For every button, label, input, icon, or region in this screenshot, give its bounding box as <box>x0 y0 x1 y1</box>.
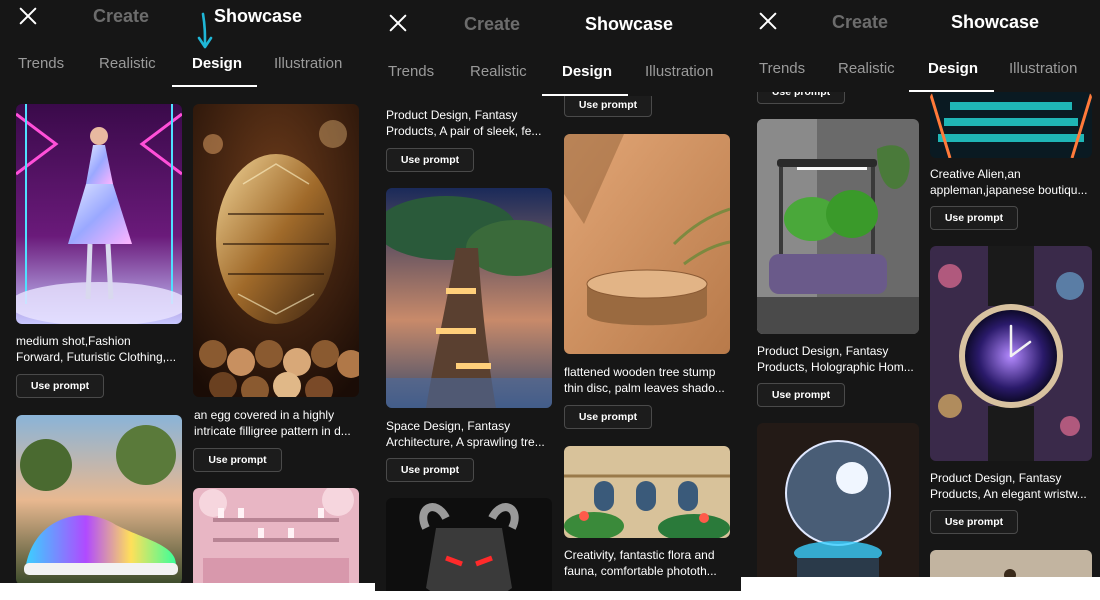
caption-line: thin disc, palm leaves shado... <box>564 381 725 395</box>
tab-showcase[interactable]: Showcase <box>214 6 302 27</box>
caption-line: Product Design, Fantasy <box>930 471 1062 485</box>
use-prompt-button[interactable]: Use prompt <box>386 148 474 172</box>
card-caption: Product Design, Fantasy Products, Hologr… <box>757 343 919 375</box>
tab-create[interactable]: Create <box>832 12 888 33</box>
card-caption: flattened wooden tree stump thin disc, p… <box>564 364 730 396</box>
subtab-illustration[interactable]: Illustration <box>1009 60 1077 77</box>
active-tab-indicator <box>172 85 257 87</box>
caption-line: Products, Holographic Hom... <box>757 360 914 374</box>
showcase-image[interactable] <box>564 446 730 538</box>
subtab-trends[interactable]: Trends <box>18 55 64 72</box>
showcase-image[interactable] <box>930 550 1092 577</box>
subtab-design[interactable]: Design <box>928 60 978 77</box>
card-caption: Creativity, fantastic flora and fauna, c… <box>564 547 730 579</box>
tab-create[interactable]: Create <box>93 6 149 27</box>
subtab-trends[interactable]: Trends <box>388 63 434 80</box>
subtab-illustration[interactable]: Illustration <box>274 55 342 72</box>
tab-showcase[interactable]: Showcase <box>951 12 1039 33</box>
subtab-design[interactable]: Design <box>562 63 612 80</box>
card-caption: Space Design, Fantasy Architecture, A sp… <box>386 418 552 450</box>
caption-line: an egg covered in a highly <box>194 408 335 422</box>
caption-line: Creative Alien,an <box>930 167 1021 181</box>
tab-showcase[interactable]: Showcase <box>585 14 673 35</box>
use-prompt-button[interactable]: Use prompt <box>757 383 845 407</box>
screen-1: Create Showcase Trends Realistic Design … <box>0 0 375 583</box>
use-prompt-button[interactable]: Use prompt <box>757 92 845 104</box>
close-icon[interactable] <box>17 5 39 27</box>
caption-line: fauna, comfortable phototh... <box>564 564 717 578</box>
showcase-feed[interactable]: Use prompt Product Design, Fantasy Produ… <box>741 92 1100 577</box>
tab-create[interactable]: Create <box>464 14 520 35</box>
showcase-image[interactable] <box>193 488 359 583</box>
showcase-image[interactable] <box>193 104 359 397</box>
subtab-realistic[interactable]: Realistic <box>99 55 156 72</box>
card-caption: Creative Alien,an appleman,japanese bout… <box>930 166 1092 198</box>
use-prompt-button[interactable]: Use prompt <box>386 458 474 482</box>
showcase-image[interactable] <box>386 188 552 408</box>
screen-2: Create Showcase Trends Realistic Design … <box>375 0 741 591</box>
caption-line: Forward, Futuristic Clothing,... <box>16 350 177 364</box>
use-prompt-button[interactable]: Use prompt <box>930 206 1018 230</box>
use-prompt-button[interactable]: Use prompt <box>16 374 104 398</box>
use-prompt-button[interactable]: Use prompt <box>564 405 652 429</box>
showcase-image[interactable] <box>16 104 182 324</box>
subtab-trends[interactable]: Trends <box>759 60 805 77</box>
close-icon[interactable] <box>757 10 779 32</box>
arrow-down-icon <box>197 12 213 49</box>
card-caption: medium shot,Fashion Forward, Futuristic … <box>16 333 182 365</box>
subtab-realistic[interactable]: Realistic <box>470 63 527 80</box>
caption-line: Product Design, Fantasy <box>757 344 889 358</box>
use-prompt-button[interactable]: Use prompt <box>193 448 282 472</box>
caption-line: Products, A pair of sleek, fe... <box>386 124 542 138</box>
use-prompt-button[interactable]: Use prompt <box>564 96 652 117</box>
caption-line: Architecture, A sprawling tre... <box>386 435 545 449</box>
card-caption: an egg covered in a highly intricate fil… <box>194 407 360 439</box>
caption-line: medium shot,Fashion <box>16 334 131 348</box>
caption-line: flattened wooden tree stump <box>564 365 716 379</box>
showcase-image[interactable] <box>16 415 182 583</box>
showcase-image[interactable] <box>564 134 730 354</box>
showcase-image[interactable] <box>757 119 919 334</box>
screen-3: Create Showcase Trends Realistic Design … <box>741 0 1100 577</box>
caption-line: appleman,japanese boutiqu... <box>930 183 1088 197</box>
showcase-image[interactable] <box>757 423 919 577</box>
card-caption: Product Design, Fantasy Products, A pair… <box>386 107 552 139</box>
showcase-image[interactable] <box>930 246 1092 461</box>
use-prompt-button[interactable]: Use prompt <box>930 510 1018 534</box>
caption-line: intricate filligree pattern in d... <box>194 424 351 438</box>
caption-line: Product Design, Fantasy <box>386 108 518 122</box>
caption-line: Creativity, fantastic flora and <box>564 548 715 562</box>
showcase-image[interactable] <box>930 92 1092 158</box>
subtab-design[interactable]: Design <box>192 55 242 72</box>
subtab-realistic[interactable]: Realistic <box>838 60 895 77</box>
showcase-image[interactable] <box>386 498 552 591</box>
caption-line: Products, An elegant wristw... <box>930 487 1087 501</box>
caption-line: Space Design, Fantasy <box>386 419 511 433</box>
subtab-illustration[interactable]: Illustration <box>645 63 713 80</box>
showcase-feed[interactable]: Product Design, Fantasy Products, A pair… <box>375 96 741 591</box>
card-caption: Product Design, Fantasy Products, An ele… <box>930 470 1092 502</box>
close-icon[interactable] <box>387 12 409 34</box>
